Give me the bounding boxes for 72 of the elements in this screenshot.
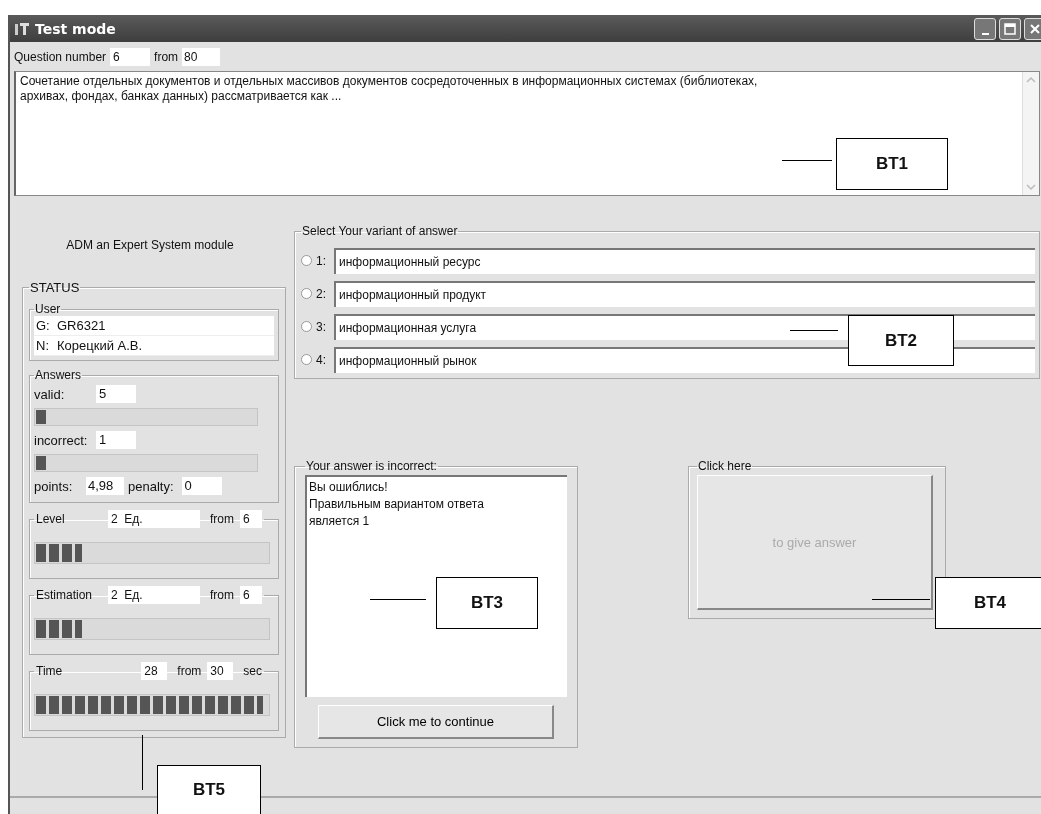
- callout-label: BT5: [157, 765, 261, 814]
- callout-label: BT1: [836, 138, 948, 190]
- meter-value-field: 2 Ед.: [108, 586, 200, 604]
- scrollbar[interactable]: [1022, 72, 1039, 195]
- close-icon: [1029, 22, 1041, 35]
- answer-count-field: 1: [96, 431, 136, 449]
- option-number: 1:: [316, 253, 327, 268]
- question-number-label: Question number: [14, 50, 107, 64]
- meter-total-field: 6: [240, 586, 262, 604]
- question-number-field: 6: [110, 48, 151, 66]
- points-label: points:: [34, 478, 74, 494]
- app-icon: [14, 21, 30, 36]
- meter-value-field: 2 Ед.: [108, 510, 200, 528]
- answers-legend: Answers: [34, 368, 82, 382]
- radio-button[interactable]: [301, 288, 312, 299]
- window-title: Test mode: [35, 20, 116, 37]
- feedback-line: Правильным вариантом ответа: [309, 496, 485, 513]
- maximize-icon: [1004, 22, 1016, 35]
- radio-button[interactable]: [301, 321, 312, 332]
- radio-button[interactable]: [301, 255, 312, 266]
- leader-line: [142, 735, 143, 790]
- penalty-label: penalty:: [128, 478, 174, 494]
- module-title: ADM an Expert System module: [65, 238, 235, 252]
- option-number: 3:: [316, 319, 327, 334]
- callout-label: BT4: [935, 577, 1041, 629]
- leader-line: [782, 160, 832, 161]
- group-label: G:: [34, 316, 54, 335]
- option-number: 2:: [316, 286, 327, 301]
- answer-count-field: 5: [96, 385, 136, 403]
- maximize-button[interactable]: [999, 17, 1021, 40]
- name-field: Корецкий А.В.: [54, 336, 274, 355]
- from-label: from: [210, 588, 234, 602]
- answer-count-label: valid:: [34, 386, 66, 402]
- meter-title: Time: [36, 664, 63, 678]
- continue-button[interactable]: Click me to continue: [318, 705, 554, 739]
- feedback-line: Вы ошиблись!: [309, 479, 389, 496]
- meter-title: Level: [36, 512, 65, 526]
- answer-count-label: incorrect:: [34, 432, 89, 448]
- scroll-down-icon: [1025, 182, 1037, 192]
- meter-title: Estimation: [36, 588, 93, 602]
- from-label: from: [177, 664, 202, 678]
- option-field: информационный продукт: [334, 280, 1035, 307]
- minimize-icon: [981, 32, 989, 35]
- leader-line: [370, 599, 426, 600]
- penalty-field: 0: [181, 477, 222, 495]
- leader-line: [872, 599, 930, 600]
- callout-label: BT2: [848, 315, 954, 366]
- feedback-legend: Your answer is incorrect:: [305, 459, 438, 473]
- meter-value-field: 28: [141, 662, 168, 680]
- submit-legend: Click here: [697, 459, 753, 473]
- question-total-field: 80: [182, 48, 221, 66]
- feedback-line: является 1: [309, 513, 371, 530]
- option-number: 4:: [316, 352, 327, 367]
- option-field: информационный ресурс: [334, 247, 1035, 274]
- unit-label: sec: [243, 664, 262, 678]
- group-field: GR6321: [54, 316, 274, 335]
- user-legend: User: [34, 302, 62, 316]
- radio-button[interactable]: [301, 354, 312, 365]
- name-label: N:: [34, 336, 54, 355]
- from-label: from: [154, 50, 179, 64]
- variants-legend: Select Your variant of answer: [301, 224, 459, 238]
- meter-total-field: 30: [207, 662, 234, 680]
- status-legend: STATUS: [29, 280, 81, 295]
- scroll-up-icon: [1025, 75, 1037, 85]
- points-field: 4,98: [86, 477, 124, 495]
- close-button[interactable]: [1024, 17, 1041, 40]
- from-label: from: [210, 512, 234, 526]
- question-text: Сочетание отдельных документов и отдельных массивов документов сосредоточенных в информационных системах (библиотеках, архивах, фондах, банках данных) рассматривается как ...: [19, 73, 759, 105]
- leader-line: [790, 330, 838, 331]
- meter-total-field: 6: [240, 510, 262, 528]
- callout-label: BT3: [436, 577, 538, 629]
- minimize-button[interactable]: [974, 17, 996, 40]
